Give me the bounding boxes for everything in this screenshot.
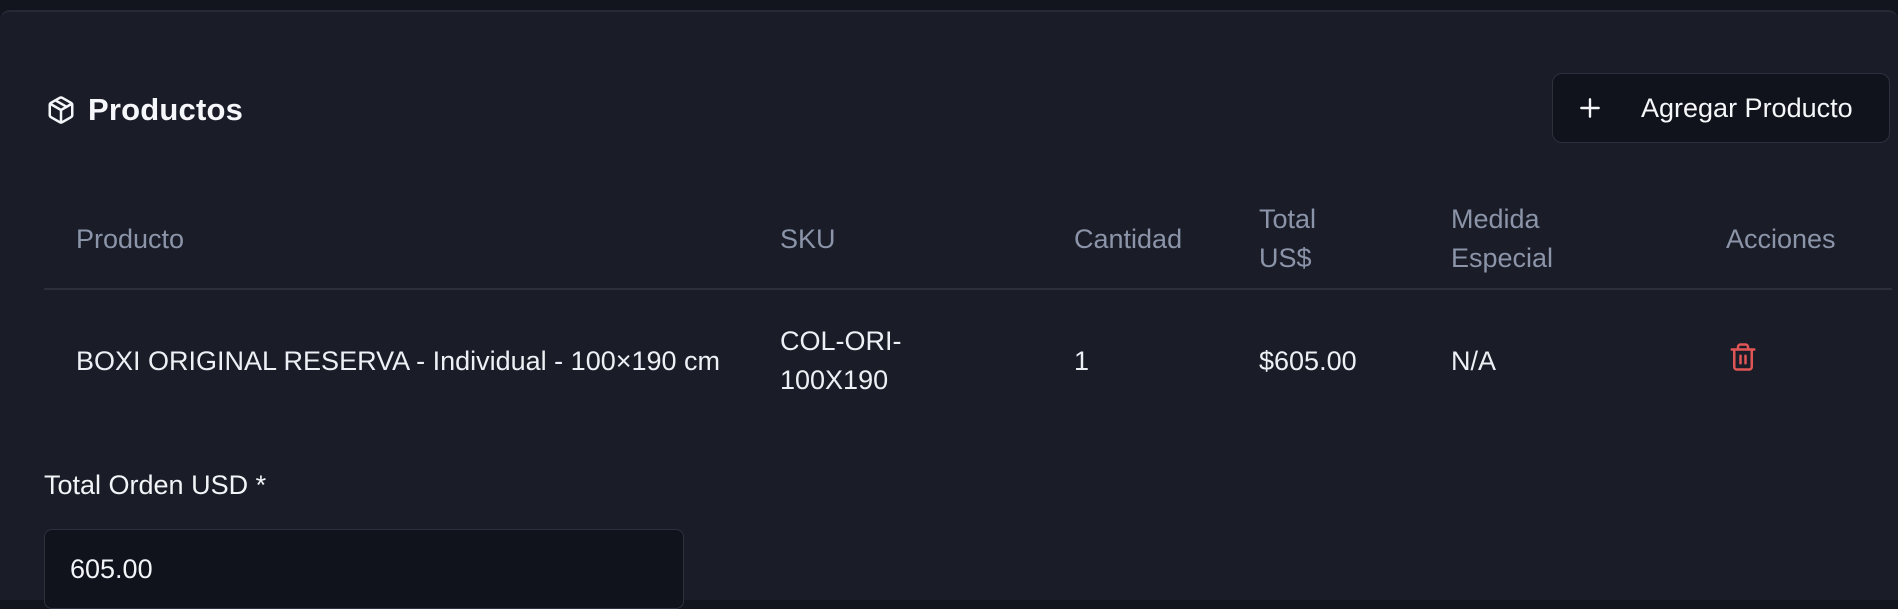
table-row: BOXI ORIGINAL RESERVA - Individual - 100… — [44, 289, 1892, 432]
add-product-button[interactable]: Agregar Producto — [1552, 73, 1890, 143]
total-orden-input[interactable] — [44, 529, 684, 609]
cell-total: $605.00 — [1259, 345, 1357, 376]
table-header-row: Producto SKU Cantidad Total US$ Medida E… — [44, 190, 1892, 290]
total-orden-label: Total Orden USD * — [44, 470, 267, 500]
section-header: Productos — [44, 80, 243, 140]
cell-sku: COL-ORI-100X190 — [780, 326, 902, 395]
header-total: Total US$ — [1227, 190, 1419, 290]
add-product-label: Agregar Producto — [1641, 92, 1853, 123]
section-title: Productos — [88, 92, 244, 127]
cell-acciones — [1694, 289, 1892, 432]
trash-icon[interactable] — [1726, 340, 1760, 374]
header-producto: Producto — [44, 190, 748, 290]
products-table: Producto SKU Cantidad Total US$ Medida E… — [44, 190, 1892, 432]
header-acciones: Acciones — [1694, 190, 1892, 290]
products-card: Productos Agregar Producto Producto SKU … — [0, 10, 1898, 609]
header-total-line1: Total — [1259, 204, 1317, 234]
header-medida-line2: Especial — [1451, 243, 1554, 273]
plus-icon — [1575, 93, 1605, 123]
cell-medida-especial: N/A — [1451, 345, 1497, 376]
header-sku: SKU — [748, 190, 1042, 290]
header-medida-especial: Medida Especial — [1419, 190, 1694, 290]
header-total-line2: US$ — [1259, 243, 1312, 273]
header-medida-line1: Medida — [1451, 204, 1540, 234]
cell-producto: BOXI ORIGINAL RESERVA - Individual - 100… — [76, 345, 721, 376]
cell-cantidad: 1 — [1074, 345, 1090, 376]
package-icon — [44, 93, 78, 127]
header-cantidad: Cantidad — [1042, 190, 1227, 290]
